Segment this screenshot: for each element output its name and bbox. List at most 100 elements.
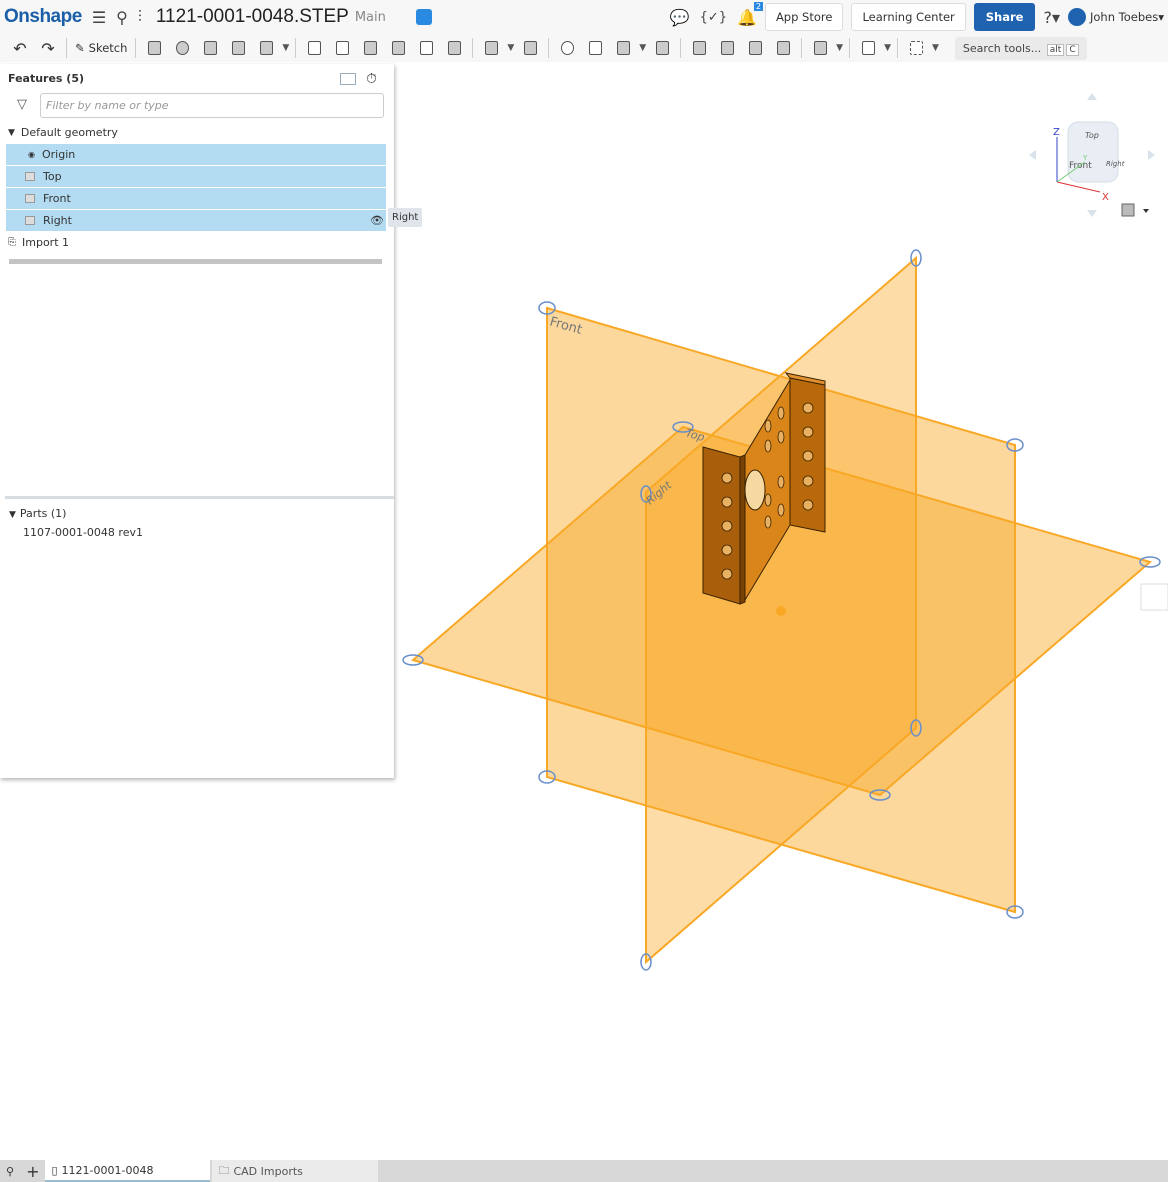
menu-icon[interactable]: ☰ xyxy=(92,8,106,27)
feature-item-top[interactable]: Top xyxy=(6,166,386,187)
side-panel-toggle[interactable] xyxy=(1140,583,1168,611)
divider xyxy=(135,38,137,58)
redo-icon[interactable]: ↷ xyxy=(38,38,58,58)
plane-icon[interactable] xyxy=(810,38,830,58)
horizontal-scrollbar[interactable] xyxy=(9,259,382,264)
insert-icon[interactable]: ⫶ xyxy=(138,7,142,27)
divider xyxy=(897,38,898,58)
learning-center-button[interactable]: Learning Center xyxy=(851,3,966,31)
view-cube[interactable]: Top Front Right Z X Y xyxy=(1029,93,1155,217)
feature-item-import[interactable]: ⎘ Import 1 xyxy=(6,232,386,253)
plane-icon xyxy=(25,194,35,203)
add-folder-icon[interactable] xyxy=(340,73,356,85)
feature-list-panel: Features (5) ⏱ ▽ Filter by name or type … xyxy=(0,64,423,778)
tab-label: 1121-0001-0048 xyxy=(61,1163,154,1177)
filter-icon[interactable]: ▽ xyxy=(17,97,27,112)
avatar xyxy=(1068,8,1086,26)
tab-part-studio[interactable]: ▯ 1121-0001-0048 xyxy=(45,1160,211,1182)
add-tab-icon[interactable]: + xyxy=(20,1160,45,1182)
custom-feature-icon[interactable] xyxy=(906,38,926,58)
feature-label: Top xyxy=(43,170,62,183)
chamfer-icon[interactable] xyxy=(332,38,352,58)
fillet-icon[interactable] xyxy=(304,38,324,58)
notification-badge: 2 xyxy=(753,1,763,11)
help-icon[interactable]: ?▾ xyxy=(1043,8,1060,27)
boolean-icon[interactable] xyxy=(557,38,577,58)
modify-fillet-icon[interactable] xyxy=(689,38,709,58)
rollback-timer-icon[interactable]: ⏱ xyxy=(366,71,377,87)
search-tools-label: Search tools... xyxy=(962,41,1042,55)
viewcube-front[interactable]: Front xyxy=(1069,161,1092,171)
divider xyxy=(548,38,550,58)
extrude-icon[interactable] xyxy=(144,38,164,58)
chevron-down-icon[interactable]: ▼ xyxy=(884,43,891,53)
sheet-metal-icon[interactable] xyxy=(858,38,878,58)
shortcut-key: C xyxy=(1066,43,1079,56)
viewcube-right[interactable]: Right xyxy=(1106,160,1125,168)
delete-part-icon[interactable] xyxy=(652,38,672,58)
divider xyxy=(801,38,803,58)
mirror-icon[interactable] xyxy=(520,38,540,58)
transform-icon[interactable] xyxy=(613,38,633,58)
delete-face-icon[interactable] xyxy=(717,38,737,58)
feature-list-icon[interactable]: ⚲ xyxy=(116,8,128,27)
document-title[interactable]: 1121-0001-0048.STEP xyxy=(156,6,349,28)
folder-icon: 🗀 xyxy=(218,1163,230,1177)
app-store-button[interactable]: App Store xyxy=(764,3,844,31)
chevron-down-icon[interactable]: ▼ xyxy=(932,43,939,53)
feature-item-front[interactable]: Front xyxy=(6,188,386,209)
feature-label: Right xyxy=(43,214,72,227)
variables-icon[interactable]: {✓} xyxy=(700,10,727,25)
tooltip: Right xyxy=(388,208,423,227)
split-icon[interactable] xyxy=(585,38,605,58)
tab-cad-imports[interactable]: 🗀 CAD Imports xyxy=(212,1160,379,1182)
pattern-icon[interactable] xyxy=(481,38,501,58)
education-icon[interactable] xyxy=(415,9,432,25)
chevron-down-icon[interactable]: ▼ xyxy=(507,43,514,53)
search-tools-button[interactable]: Search tools... alt C xyxy=(954,36,1087,60)
move-face-icon[interactable] xyxy=(745,38,765,58)
axis-y-label: Y xyxy=(1082,154,1088,162)
chevron-down-icon[interactable]: ▼ xyxy=(9,510,16,520)
origin-point[interactable] xyxy=(776,606,786,616)
onshape-logo[interactable]: Onshape xyxy=(4,6,82,28)
user-name: John Toebes xyxy=(1090,10,1159,24)
chevron-down-icon[interactable]: ▼ xyxy=(639,43,646,53)
chevron-down-icon[interactable]: ▼ xyxy=(836,43,843,53)
chevron-down-icon[interactable]: ▼ xyxy=(282,43,289,53)
share-button[interactable]: Share xyxy=(973,3,1036,31)
divider xyxy=(849,38,851,58)
thicken-icon[interactable] xyxy=(256,38,276,58)
sweep-icon[interactable] xyxy=(200,38,220,58)
chevron-down-icon[interactable]: ▼ xyxy=(8,128,15,138)
revolve-icon[interactable] xyxy=(172,38,192,58)
user-menu[interactable]: John Toebes ▾ xyxy=(1068,8,1164,26)
sketch-button[interactable]: ✎ Sketch xyxy=(75,41,127,55)
features-title: Features (5) xyxy=(8,72,85,85)
view-mode-dropdown[interactable] xyxy=(1121,203,1149,217)
plane-icon xyxy=(25,216,35,225)
hole-icon[interactable] xyxy=(444,38,464,58)
default-geometry-group[interactable]: ▼ Default geometry xyxy=(6,122,386,143)
feature-item-right[interactable]: Right 👁 xyxy=(6,210,386,231)
branch-label[interactable]: Main xyxy=(355,10,386,25)
shell-icon[interactable] xyxy=(416,38,436,58)
comment-icon[interactable]: 💬 xyxy=(670,8,690,27)
viewcube-top[interactable]: Top xyxy=(1085,131,1099,140)
filter-input[interactable]: Filter by name or type xyxy=(40,93,384,118)
loft-icon[interactable] xyxy=(228,38,248,58)
notifications-button[interactable]: 🔔 2 xyxy=(737,1,763,27)
axis-z-label: Z xyxy=(1053,127,1060,138)
rib-icon[interactable] xyxy=(388,38,408,58)
feature-item-origin[interactable]: ◉ Origin xyxy=(6,144,386,165)
panel-divider[interactable] xyxy=(5,496,394,499)
part-item[interactable]: 1107-0001-0048 rev1 xyxy=(23,526,143,539)
tab-manager-icon[interactable]: ⚲ xyxy=(0,1160,20,1182)
shortcut-key: alt xyxy=(1046,43,1065,56)
parts-group[interactable]: ▼ Parts (1) xyxy=(9,507,66,520)
replace-face-icon[interactable] xyxy=(773,38,793,58)
undo-icon[interactable]: ↶ xyxy=(10,38,30,58)
draft-icon[interactable] xyxy=(360,38,380,58)
eye-icon[interactable]: 👁 xyxy=(370,214,384,227)
feature-label: Origin xyxy=(41,148,76,161)
